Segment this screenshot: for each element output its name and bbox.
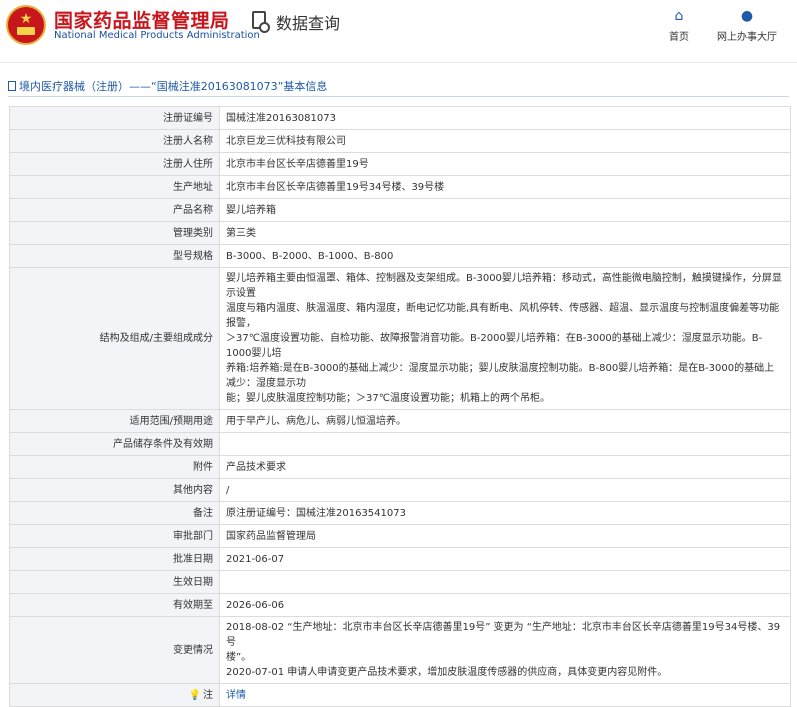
breadcrumb-underline [8,96,789,97]
table-row: 产品名称 婴儿培养箱 [9,198,791,222]
attachment-value: 产品技术要求 [219,455,791,479]
table-row: 管理类别 第三类 [9,221,791,245]
breadcrumb: 境内医疗器械（注册）——“国械注准20163081073”基本信息 [8,78,327,94]
row-label: 产品储存条件及有效期 [9,432,220,456]
table-row: 生产地址 北京市丰台区长辛店德善里19号34号楼、39号楼 [9,175,791,199]
nav-online-hall-link[interactable]: ● 网上办事大厅 [712,8,782,43]
row-label: 结构及组成/主要组成成分 [9,267,220,410]
registrant-value: 北京巨龙三优科技有限公司 [219,129,791,153]
row-label: 生效日期 [9,570,220,594]
row-label: 管理类别 [9,221,220,245]
table-row: 注册证编号 国械注准20163081073 [9,106,791,130]
row-label: 备注 [9,501,220,525]
row-label: 注册证编号 [9,106,220,130]
row-label: 变更情况 [9,616,220,684]
row-label: 产品名称 [9,198,220,222]
structure-line: ＞37℃温度设置功能、自检功能、故障报警消音功能。B-2000婴儿培养箱：在B-… [226,333,763,359]
address-value: 北京市丰台区长辛店德善里19号 [219,152,791,176]
row-label: 审批部门 [9,524,220,548]
nav-home-label: 首页 [669,32,689,43]
row-label: 注册人名称 [9,129,220,153]
structure-line: 养箱:培养箱:是在B-3000的基础上减少：湿度显示功能；婴儿皮肤温度控制功能。… [226,363,775,389]
storage-value [219,432,791,456]
site-header: ★ 国家药品监督管理局 National Medical Products Ad… [0,0,797,62]
document-icon [8,81,16,91]
structure-value: 婴儿培养箱主要由恒温罩、箱体、控制器及支架组成。B-3000婴儿培养箱：移动式，… [219,267,791,410]
table-row: 变更情况 2018-08-02 “生产地址：北京市丰台区长辛店德善里19号” 变… [9,616,791,684]
details-link[interactable]: 详情 [226,690,246,701]
row-label: 有效期至 [9,593,220,617]
note-label: 注 [203,689,213,701]
emblem-base [17,27,35,35]
other-value: / [219,478,791,502]
row-label: 附件 [9,455,220,479]
approval-date-value: 2021-06-07 [219,547,791,571]
table-row: 附件 产品技术要求 [9,455,791,479]
device-detail-table: 注册证编号 国械注准20163081073 注册人名称 北京巨龙三优科技有限公司… [9,106,791,707]
table-row: 适用范围/预期用途 用于早产儿、病危儿、病弱儿恒温培养。 [9,409,791,433]
change-line: 2020-07-01 申请人申请变更产品技术要求，增加皮肤温度传感器的供应商，具… [226,667,668,678]
table-row: 注册人名称 北京巨龙三优科技有限公司 [9,129,791,153]
table-row: 结构及组成/主要组成成分 婴儿培养箱主要由恒温罩、箱体、控制器及支架组成。B-3… [9,267,791,410]
row-label: 适用范围/预期用途 [9,409,220,433]
structure-line: 能；婴儿皮肤温度控制功能；＞37℃温度设置功能；机箱上的两个吊柜。 [226,393,550,404]
table-row: 批准日期 2021-06-07 [9,547,791,571]
breadcrumb-text: 境内医疗器械（注册）——“国械注准20163081073”基本信息 [19,80,328,93]
star-icon: ★ [19,11,33,27]
page-title: 数据查询 [276,14,341,33]
product-name-value: 婴儿培养箱 [219,198,791,222]
table-row: 生效日期 [9,570,791,594]
user-icon: ● [740,8,754,24]
changes-value: 2018-08-02 “生产地址：北京市丰台区长辛店德善里19号” 变更为 “生… [219,616,791,684]
remark-value: 原注册证编号：国械注准20163541073 [219,501,791,525]
table-row: 💡 注 详情 [9,683,791,707]
production-value: 北京市丰台区长辛店德善里19号34号楼、39号楼 [219,175,791,199]
category-value: 第三类 [219,221,791,245]
lightbulb-icon: 💡 [188,689,201,701]
structure-line: 婴儿培养箱主要由恒温罩、箱体、控制器及支架组成。B-3000婴儿培养箱：移动式，… [226,273,782,299]
note-value: 详情 [219,683,791,707]
authority-value: 国家药品监督管理局 [219,524,791,548]
row-label: 生产地址 [9,175,220,199]
change-line: 楼”。 [226,652,252,663]
logo-title-cn[interactable]: 国家药品监督管理局 [54,6,230,33]
row-label: 注册人住所 [9,152,220,176]
table-row: 产品储存条件及有效期 [9,432,791,456]
row-label: 型号规格 [9,244,220,268]
effective-date-value [219,570,791,594]
header-divider [0,62,797,63]
nav-online-hall-label: 网上办事大厅 [717,32,777,43]
structure-line: 温度与箱内温度、肤温温度、箱内湿度，断电记忆功能,具有断电、风机停转、传感器、超… [226,303,780,329]
table-row: 备注 原注册证编号：国械注准20163541073 [9,501,791,525]
model-value: B-3000、B-2000、B-1000、B-800 [219,244,791,268]
row-label-note: 💡 注 [9,683,220,707]
table-row: 型号规格 B-3000、B-2000、B-1000、B-800 [9,244,791,268]
table-row: 其他内容 / [9,478,791,502]
table-row: 注册人住所 北京市丰台区长辛店德善里19号 [9,152,791,176]
table-row: 审批部门 国家药品监督管理局 [9,524,791,548]
expiry-date-value: 2026-06-06 [219,593,791,617]
logo-title-en[interactable]: National Medical Products Administration [54,30,260,41]
row-label: 其他内容 [9,478,220,502]
scope-value: 用于早产儿、病危儿、病弱儿恒温培养。 [219,409,791,433]
data-query-icon [252,11,270,33]
home-icon: ⌂ [674,8,684,24]
row-label: 批准日期 [9,547,220,571]
nav-home-link[interactable]: ⌂ 首页 [666,8,692,43]
table-row: 有效期至 2026-06-06 [9,593,791,617]
reg-no-value: 国械注准20163081073 [219,106,791,130]
national-emblem-icon: ★ [6,5,46,45]
